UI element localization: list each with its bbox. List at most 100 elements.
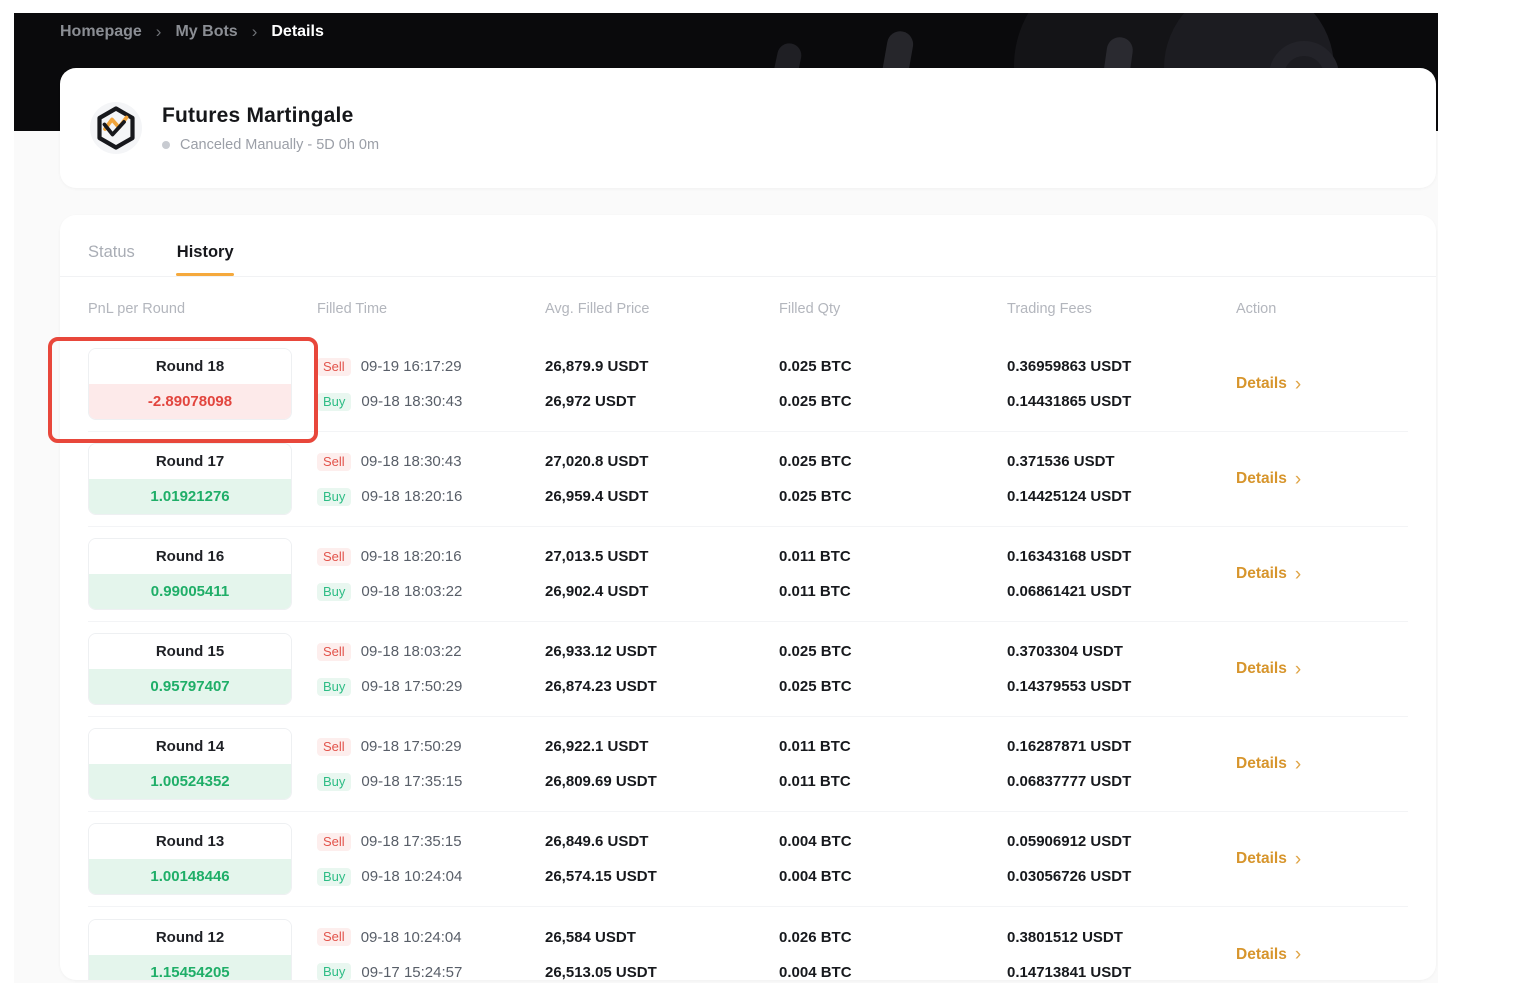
pnl-card: Round 16 0.99005411 — [88, 538, 292, 610]
filled-qty-cell: 0.011 BTC 0.011 BTC — [779, 546, 1007, 603]
breadcrumb-details: Details — [271, 23, 323, 41]
history-card: Status History PnL per Round Filled Time… — [60, 215, 1436, 980]
round-label: Round 13 — [89, 824, 291, 859]
sell-fee: 0.36959863 USDT — [1007, 356, 1236, 378]
buy-fee: 0.14431865 USDT — [1007, 391, 1236, 413]
header-pnl-per-round: PnL per Round — [88, 301, 317, 317]
buy-time: 09-18 10:24:04 — [361, 868, 462, 885]
sell-time: 09-18 17:50:29 — [361, 738, 462, 755]
sell-qty: 0.004 BTC — [779, 831, 1007, 853]
details-link-label: Details — [1236, 850, 1287, 868]
buy-fee: 0.14713841 USDT — [1007, 961, 1236, 980]
table-row: Round 14 1.00524352 Sell 09-18 17:50:29 … — [88, 717, 1408, 812]
details-link-label: Details — [1236, 755, 1287, 773]
details-link[interactable]: Details › — [1236, 850, 1301, 869]
tab-history-label: History — [177, 243, 234, 261]
pnl-value: -2.89078098 — [89, 384, 291, 419]
sell-fee: 0.3703304 USDT — [1007, 641, 1236, 663]
buy-time: 09-18 18:03:22 — [361, 583, 462, 600]
details-link[interactable]: Details › — [1236, 565, 1301, 584]
sell-fee: 0.16287871 USDT — [1007, 736, 1236, 758]
buy-fee: 0.14379553 USDT — [1007, 676, 1236, 698]
sell-time: 09-18 18:30:43 — [361, 453, 462, 470]
sell-price: 26,933.12 USDT — [545, 641, 779, 663]
breadcrumb-my-bots[interactable]: My Bots — [175, 23, 237, 41]
trading-fees-cell: 0.3801512 USDT 0.14713841 USDT — [1007, 926, 1236, 980]
action-cell: Details › — [1236, 945, 1408, 964]
chevron-right-icon: › — [1295, 660, 1301, 679]
avg-filled-price-cell: 26,933.12 USDT 26,874.23 USDT — [545, 641, 779, 698]
buy-price: 26,513.05 USDT — [545, 961, 779, 980]
action-cell: Details › — [1236, 565, 1408, 584]
table-row: Round 16 0.99005411 Sell 09-18 18:20:16 … — [88, 527, 1408, 622]
sell-qty: 0.025 BTC — [779, 356, 1007, 378]
action-cell: Details › — [1236, 660, 1408, 679]
breadcrumb-homepage[interactable]: Homepage — [60, 23, 142, 41]
trading-fees-cell: 0.36959863 USDT 0.14431865 USDT — [1007, 356, 1236, 413]
sell-qty: 0.025 BTC — [779, 641, 1007, 663]
filled-qty-cell: 0.026 BTC 0.004 BTC — [779, 926, 1007, 980]
table-header-row: PnL per Round Filled Time Avg. Filled Pr… — [60, 277, 1436, 337]
buy-qty: 0.025 BTC — [779, 676, 1007, 698]
filled-time-cell: Sell 09-18 18:20:16 Buy 09-18 18:03:22 — [317, 546, 545, 603]
filled-qty-cell: 0.011 BTC 0.011 BTC — [779, 736, 1007, 793]
pnl-value: 1.00524352 — [89, 764, 291, 799]
buy-qty: 0.004 BTC — [779, 866, 1007, 888]
buy-price: 26,972 USDT — [545, 391, 779, 413]
details-link[interactable]: Details › — [1236, 375, 1301, 394]
round-label: Round 15 — [89, 634, 291, 669]
sell-fee: 0.16343168 USDT — [1007, 546, 1236, 568]
trading-fees-cell: 0.3703304 USDT 0.14379553 USDT — [1007, 641, 1236, 698]
chevron-right-icon: › — [1295, 565, 1301, 584]
buy-time: 09-17 15:24:57 — [361, 964, 462, 981]
round-label: Round 18 — [89, 349, 291, 384]
details-link[interactable]: Details › — [1236, 470, 1301, 489]
details-link[interactable]: Details › — [1236, 945, 1301, 964]
sell-badge: Sell — [317, 548, 351, 566]
buy-time: 09-18 18:30:43 — [361, 393, 462, 410]
table-row: Round 12 1.15454205 Sell 09-18 10:24:04 … — [88, 907, 1408, 980]
pnl-cell: Round 17 1.01921276 — [88, 443, 317, 515]
buy-badge: Buy — [317, 393, 351, 411]
filled-qty-cell: 0.025 BTC 0.025 BTC — [779, 641, 1007, 698]
round-label: Round 12 — [89, 920, 291, 955]
chevron-right-icon: › — [1295, 375, 1301, 394]
pnl-card: Round 12 1.15454205 — [88, 919, 292, 981]
pnl-value: 0.95797407 — [89, 669, 291, 704]
header-filled-time: Filled Time — [317, 301, 545, 317]
sell-price: 27,013.5 USDT — [545, 546, 779, 568]
sell-qty: 0.011 BTC — [779, 736, 1007, 758]
sell-price: 26,584 USDT — [545, 926, 779, 948]
buy-price: 26,959.4 USDT — [545, 486, 779, 508]
avg-filled-price-cell: 26,584 USDT 26,513.05 USDT — [545, 926, 779, 980]
bot-header-card: Futures Martingale Canceled Manually - 5… — [60, 68, 1436, 188]
round-label: Round 16 — [89, 539, 291, 574]
sell-fee: 0.05906912 USDT — [1007, 831, 1236, 853]
pnl-card: Round 15 0.95797407 — [88, 633, 292, 705]
filled-qty-cell: 0.025 BTC 0.025 BTC — [779, 356, 1007, 413]
sell-time: 09-18 18:03:22 — [361, 643, 462, 660]
pnl-cell: Round 18 -2.89078098 — [88, 348, 317, 420]
tab-status[interactable]: Status — [88, 243, 135, 276]
header-filled-qty: Filled Qty — [779, 301, 1007, 317]
header-trading-fees: Trading Fees — [1007, 301, 1236, 317]
trading-fees-cell: 0.371536 USDT 0.14425124 USDT — [1007, 451, 1236, 508]
pnl-card: Round 13 1.00148446 — [88, 823, 292, 895]
details-link[interactable]: Details › — [1236, 660, 1301, 679]
buy-fee: 0.06861421 USDT — [1007, 581, 1236, 603]
details-link[interactable]: Details › — [1236, 755, 1301, 774]
pnl-card: Round 18 -2.89078098 — [88, 348, 292, 420]
sell-fee: 0.3801512 USDT — [1007, 926, 1236, 948]
details-link-label: Details — [1236, 946, 1287, 964]
tab-history[interactable]: History — [177, 243, 234, 276]
buy-qty: 0.011 BTC — [779, 581, 1007, 603]
table-row: Round 18 -2.89078098 Sell 09-19 16:17:29… — [88, 337, 1408, 432]
pnl-value: 1.01921276 — [89, 479, 291, 514]
sell-badge: Sell — [317, 358, 351, 376]
buy-qty: 0.004 BTC — [779, 961, 1007, 980]
trading-fees-cell: 0.16287871 USDT 0.06837777 USDT — [1007, 736, 1236, 793]
martingale-bot-icon — [90, 102, 142, 154]
action-cell: Details › — [1236, 850, 1408, 869]
sell-badge: Sell — [317, 833, 351, 851]
buy-time: 09-18 18:20:16 — [361, 488, 462, 505]
